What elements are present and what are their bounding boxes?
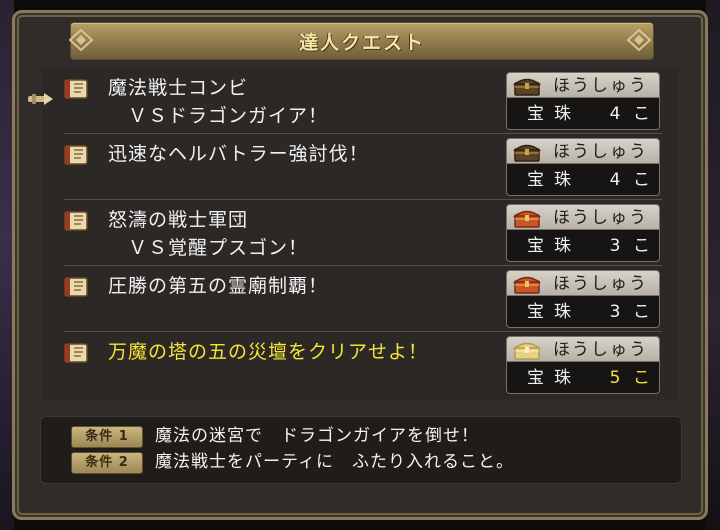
condition-panel: 条件 1 魔法の迷宮で ドラゴンガイアを倒せ！ 条件 2 魔法戦士をパーティに … xyxy=(40,416,682,484)
reward-label: ほうしゅう xyxy=(553,142,648,162)
hand-pointer-icon xyxy=(28,93,53,105)
red-chest-icon xyxy=(513,276,541,294)
reward-label: ほうしゅう xyxy=(553,274,648,294)
reward-box: ほうしゅう宝珠 4 こ xyxy=(506,72,660,130)
reward-detail: 宝珠 3 こ xyxy=(506,296,660,328)
quest-book-icon xyxy=(64,343,88,363)
ornament-left-icon xyxy=(68,28,94,52)
reward-unit: こ xyxy=(633,236,650,256)
reward-count: 5 xyxy=(609,368,621,388)
reward-unit: こ xyxy=(633,104,650,124)
reward-item: 宝珠 xyxy=(527,104,581,124)
dark-chest-icon xyxy=(513,78,541,96)
reward-item: 宝珠 xyxy=(527,170,581,190)
reward-label: ほうしゅう xyxy=(553,208,648,228)
condition-text-1: 魔法の迷宮で ドラゴンガイアを倒せ！ xyxy=(155,426,479,446)
reward-unit: こ xyxy=(633,368,650,388)
reward-count: 4 xyxy=(609,170,621,190)
reward-box: ほうしゅう宝珠 3 こ xyxy=(506,204,660,262)
quest-book-icon xyxy=(64,145,88,165)
reward-header: ほうしゅう xyxy=(506,72,660,98)
reward-header: ほうしゅう xyxy=(506,336,660,362)
condition-badge-2: 条件 2 xyxy=(71,452,143,474)
dark-chest-icon xyxy=(513,144,541,162)
reward-box: ほうしゅう宝珠 5 こ xyxy=(506,336,660,394)
quest-row[interactable]: 圧勝の第五の霊廟制覇！ ほうしゅう宝珠 3 こ xyxy=(42,266,678,332)
reward-count: 3 xyxy=(609,302,621,322)
ornament-right-icon xyxy=(626,28,652,52)
quest-book-icon xyxy=(64,277,88,297)
quest-list: 魔法戦士コンビ ＶＳドラゴンガイア！ ほうしゅう 宝珠 4 こ迅速なヘルバトラー強討伐！… xyxy=(42,68,678,400)
reward-item: 宝珠 xyxy=(527,368,581,388)
quest-name: 圧勝の第五の霊廟制覇！ xyxy=(108,275,329,297)
reward-detail: 宝珠 3 こ xyxy=(506,230,660,262)
reward-detail: 宝珠 4 こ xyxy=(506,164,660,196)
reward-header: ほうしゅう xyxy=(506,204,660,230)
reward-label: ほうしゅう xyxy=(553,76,648,96)
reward-detail: 宝珠 5 こ xyxy=(506,362,660,394)
quest-row[interactable]: 迅速なヘルバトラー強討伐！ ほうしゅう宝珠 4 こ xyxy=(42,134,678,200)
quest-name: 魔法戦士コンビ ＶＳドラゴンガイア！ xyxy=(108,77,329,127)
red-chest-icon xyxy=(513,210,541,228)
background-right-edge xyxy=(706,0,720,530)
quest-name: 迅速なヘルバトラー強討伐！ xyxy=(108,143,369,165)
reward-count: 3 xyxy=(609,236,621,256)
window-title: 達人クエスト xyxy=(298,31,425,54)
reward-unit: こ xyxy=(633,302,650,322)
quest-name: 怒濤の戦士軍団 ＶＳ覚醒プスゴン！ xyxy=(108,209,309,259)
reward-item: 宝珠 xyxy=(527,302,581,322)
reward-header: ほうしゅう xyxy=(506,138,660,164)
reward-box: ほうしゅう宝珠 3 こ xyxy=(506,270,660,328)
reward-detail: 宝珠 4 こ xyxy=(506,98,660,130)
condition-badge-1: 条件 1 xyxy=(71,426,143,448)
reward-box: ほうしゅう宝珠 4 こ xyxy=(506,138,660,196)
quest-book-icon xyxy=(64,211,88,231)
reward-label: ほうしゅう xyxy=(553,340,648,360)
reward-header: ほうしゅう xyxy=(506,270,660,296)
quest-row[interactable]: 万魔の塔の五の災壇をクリアせよ！ ほうしゅう宝珠 5 こ xyxy=(42,332,678,398)
quest-row[interactable]: 怒濤の戦士軍団 ＶＳ覚醒プスゴン！ ほうしゅう宝珠 3 こ xyxy=(42,200,678,266)
reward-count: 4 xyxy=(609,104,621,124)
quest-name: 万魔の塔の五の災壇をクリアせよ！ xyxy=(108,341,429,363)
condition-text-2: 魔法戦士をパーティに ふたり入れること。 xyxy=(155,452,514,472)
quest-row[interactable]: 魔法戦士コンビ ＶＳドラゴンガイア！ ほうしゅう宝珠 4 こ xyxy=(42,68,678,134)
reward-unit: こ xyxy=(633,170,650,190)
gold-chest-icon xyxy=(513,342,541,360)
reward-item: 宝珠 xyxy=(527,236,581,256)
quest-book-icon xyxy=(64,79,88,99)
title-bar: 達人クエスト xyxy=(70,22,654,60)
